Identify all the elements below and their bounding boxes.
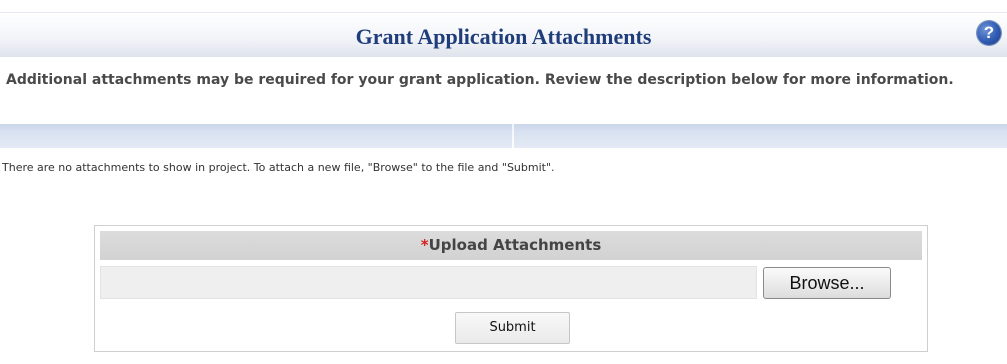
upload-panel: *Upload Attachments Browse... Submit — [94, 225, 928, 352]
submit-button[interactable]: Submit — [455, 312, 570, 344]
page-title: Grant Application Attachments — [355, 24, 652, 49]
browse-button[interactable]: Browse... — [763, 267, 891, 299]
required-marker: * — [420, 236, 429, 254]
page-description: Additional attachments may be required f… — [6, 72, 954, 88]
upload-panel-title: Upload Attachments — [428, 236, 602, 254]
file-path-field[interactable] — [100, 266, 757, 299]
help-icon[interactable]: ? — [977, 21, 1001, 45]
empty-table-message: There are no attachments to show in proj… — [2, 161, 555, 174]
attachments-table-header — [0, 124, 1007, 148]
upload-panel-header: *Upload Attachments — [100, 231, 922, 260]
column-divider — [512, 124, 514, 148]
